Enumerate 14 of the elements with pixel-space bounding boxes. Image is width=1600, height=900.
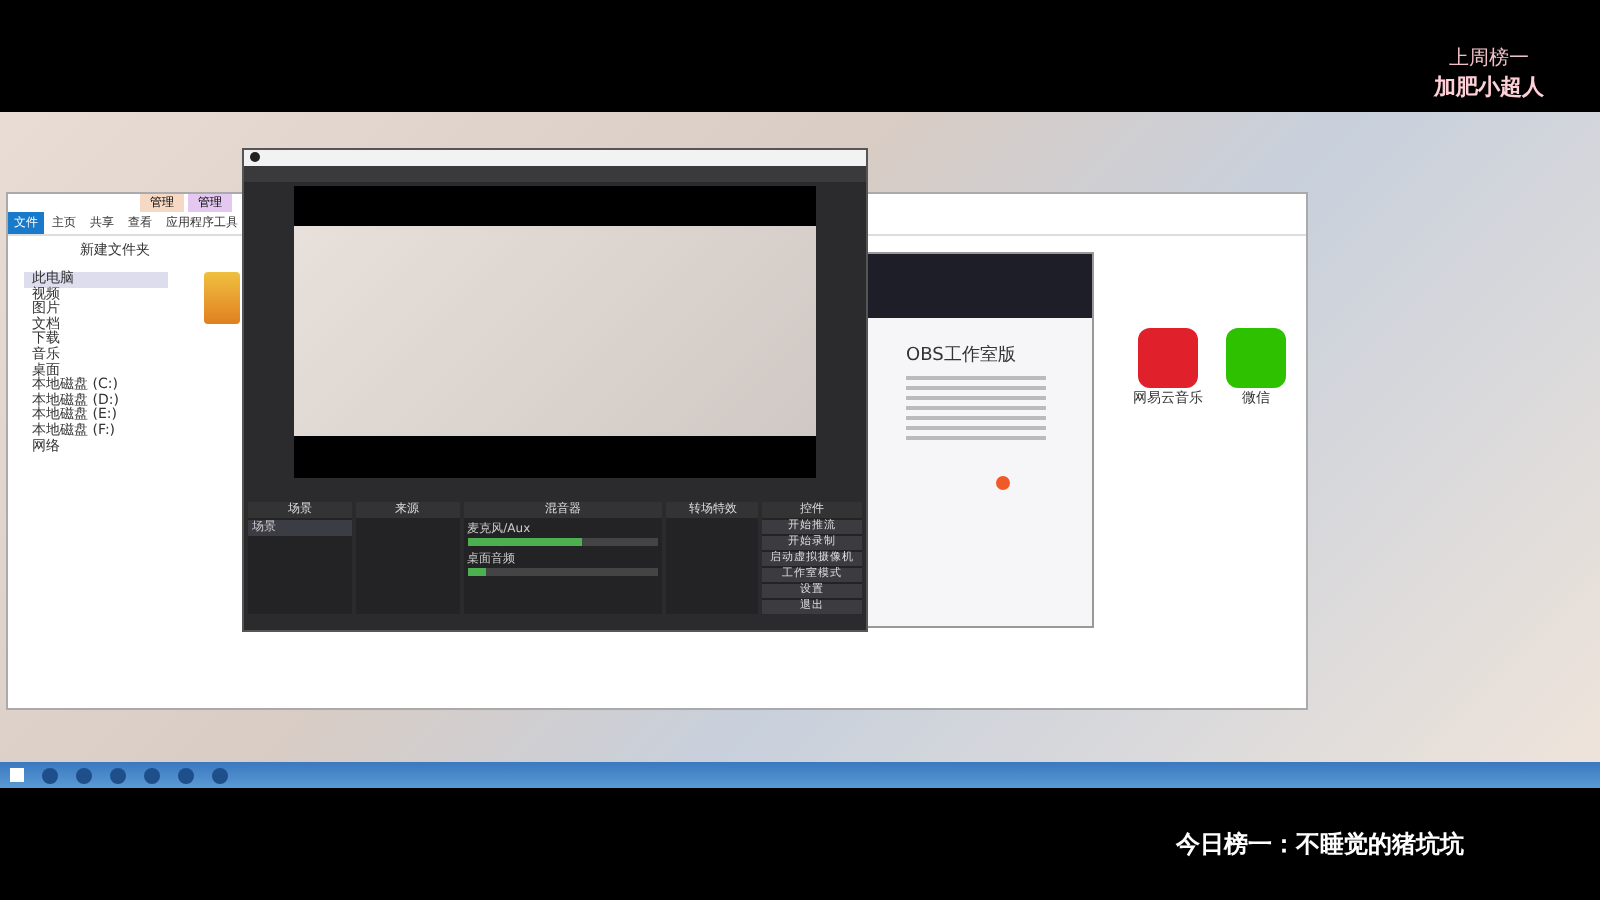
taskbar-icon[interactable] xyxy=(178,767,194,783)
overlay-name: 加肥小超人 xyxy=(1434,72,1544,102)
radio-button[interactable] xyxy=(996,476,1010,490)
taskbar-icon[interactable] xyxy=(212,767,228,783)
taskbar-icon[interactable] xyxy=(42,767,58,783)
taskbar-icon[interactable] xyxy=(144,767,160,783)
folder-icon[interactable] xyxy=(204,272,240,324)
overlay-label: 上周榜一 xyxy=(1449,45,1529,72)
overlay-caption: 今日榜一：不睡觉的猪坑坑 xyxy=(1176,827,1464,861)
app-icon[interactable] xyxy=(1138,328,1198,388)
taskbar-icon[interactable] xyxy=(110,767,126,783)
taskbar-icon[interactable] xyxy=(76,767,92,783)
app-icon[interactable] xyxy=(1226,328,1286,388)
installer-title: OBS工作室版 xyxy=(906,343,1018,368)
